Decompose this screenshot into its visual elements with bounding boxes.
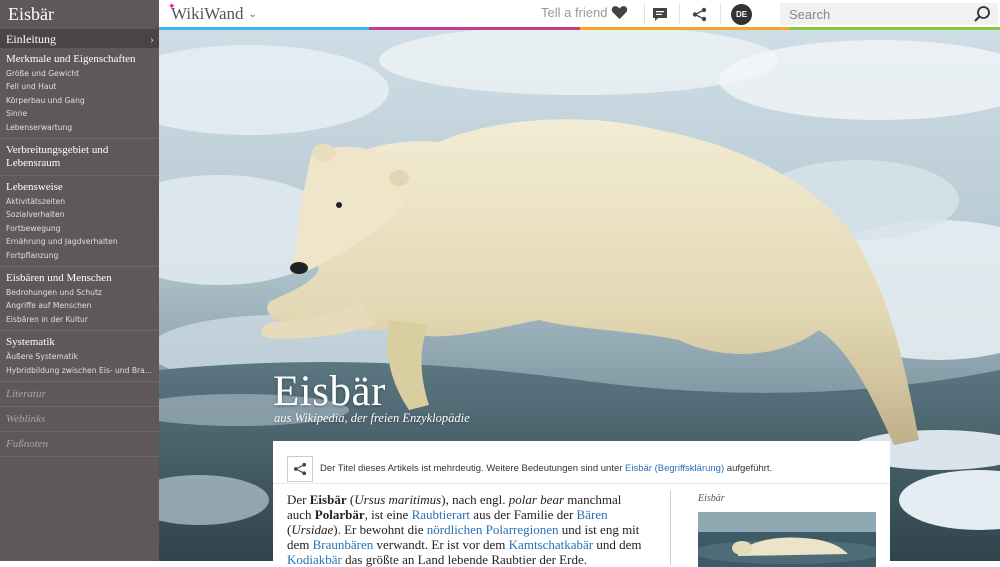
toc-section-heading[interactable]: Verbreitungsgebiet und Lebensraum <box>6 144 153 170</box>
italic-term: Ursidae <box>291 522 334 537</box>
article-card: Der Titel dieses Artikels ist mehrdeutig… <box>273 441 890 567</box>
text: ). Er bewohnt die <box>333 522 427 537</box>
logo-text: WikiWand <box>171 4 244 23</box>
text: und dem <box>593 537 642 552</box>
chevron-down-icon[interactable]: ⌄ <box>249 9 257 20</box>
page-subtitle: aus Wikipedia, der freien Enzyklopädie <box>274 411 470 425</box>
italic-term: polar bear <box>508 492 564 507</box>
toc-subitem[interactable]: Angriffe auf Menschen <box>6 299 153 312</box>
notice-text-after: aufgeführt. <box>724 463 773 474</box>
bold-term: Eisbär <box>309 492 347 507</box>
toc-muted-items: Literatur Weblinks Fußnoten <box>0 382 159 458</box>
search-icon[interactable] <box>973 5 991 23</box>
article-link[interactable]: Raubtierart <box>412 507 470 522</box>
top-bar: ✦ WikiWand ⌄ Tell a friend DE <box>159 0 1000 30</box>
toc-subitem[interactable]: Bedrohungen und Schutz <box>6 286 153 299</box>
toc-item-einleitung[interactable]: Einleitung › <box>0 30 159 48</box>
article-link[interactable]: Kamtschatkabär <box>509 537 593 552</box>
disambiguation-notice: Der Titel dieses Artikels ist mehrdeutig… <box>273 441 890 484</box>
infobox-title: Eisbär <box>698 493 725 504</box>
divider <box>644 3 645 25</box>
disambiguation-icon <box>287 456 313 482</box>
sidebar-title[interactable]: Eisbär <box>0 0 159 30</box>
tell-a-friend-label: Tell a friend <box>541 5 608 20</box>
toc-section: Lebensweise Aktivitätszeiten Sozialverhalt… <box>0 176 159 268</box>
text: Der <box>287 492 310 507</box>
toc-subitem[interactable]: Hybridbildung zwischen Eis- und Bra... <box>6 364 153 377</box>
toc-subitem[interactable]: Eisbären in der Kultur <box>6 313 153 326</box>
toc-subitem[interactable]: Aktivitätszeiten <box>6 195 153 208</box>
toc-section: Eisbären und Menschen Bedrohungen und Sch… <box>0 267 159 332</box>
toc-subitem[interactable]: Körperbau und Gang <box>6 94 153 107</box>
text: verwandt. Er ist vor dem <box>373 537 509 552</box>
toc-subitem[interactable]: Fell und Haut <box>6 80 153 93</box>
toc-subitem[interactable]: Sozialverhalten <box>6 208 153 221</box>
column-divider <box>670 490 671 565</box>
sparkle-icon: ✦ <box>168 1 176 11</box>
bold-term: Polarbär <box>314 507 365 522</box>
article-intro: Der Eisbär (Ursus maritimus), nach engl.… <box>287 492 642 567</box>
search-input[interactable] <box>780 3 998 25</box>
notice-text-before: Der Titel dieses Artikels ist mehrdeutig… <box>320 463 626 474</box>
article-link[interactable]: Braunbären <box>313 537 374 552</box>
divider <box>679 3 680 25</box>
toc-section-heading[interactable]: Systematik <box>6 336 153 349</box>
heart-icon <box>612 6 628 19</box>
article-link[interactable]: Kodiakbär <box>287 552 342 567</box>
italic-term: Ursus maritimus <box>354 492 442 507</box>
toc-item[interactable]: Fußnoten <box>0 432 159 458</box>
infobox-image[interactable] <box>698 512 876 567</box>
toc-section-heading[interactable]: Eisbären und Menschen <box>6 272 153 285</box>
text: , ist eine <box>364 507 412 522</box>
language-button[interactable]: DE <box>731 4 752 25</box>
article-link[interactable]: nördlichen Polarregionen <box>427 522 559 537</box>
toc-section-heading[interactable]: Lebensweise <box>6 181 153 194</box>
divider <box>720 3 721 25</box>
comment-icon[interactable] <box>650 4 670 24</box>
tell-a-friend-button[interactable]: Tell a friend <box>541 5 628 20</box>
text: aus der Familie der <box>470 507 577 522</box>
toc-subitem[interactable]: Größe und Gewicht <box>6 67 153 80</box>
chevron-right-icon: › <box>150 31 154 46</box>
article-link[interactable]: Bären <box>577 507 608 522</box>
page-title: Eisbär <box>273 368 386 415</box>
toc-subitem[interactable]: Fortpflanzung <box>6 249 153 262</box>
toc-item[interactable]: Literatur <box>0 382 159 408</box>
disambiguation-link[interactable]: Eisbär (Begriffsklärung) <box>625 463 724 474</box>
notice-text: Der Titel dieses Artikels ist mehrdeutig… <box>320 463 772 474</box>
toc-subitem[interactable]: Sinne <box>6 107 153 120</box>
text: ), nach engl. <box>441 492 509 507</box>
toc-item[interactable]: Weblinks <box>0 407 159 433</box>
toc-sidebar: Eisbär Einleitung › Merkmale und Eigensc… <box>0 0 159 561</box>
wikiwand-logo[interactable]: ✦ WikiWand ⌄ <box>168 1 257 24</box>
share-icon[interactable] <box>689 4 709 24</box>
toc-section: Verbreitungsgebiet und Lebensraum <box>0 139 159 177</box>
toc-section: Merkmale und Eigenschaften Größe und Gewi… <box>0 48 159 140</box>
toc-section-heading[interactable]: Merkmale und Eigenschaften <box>6 53 153 66</box>
toc-subitem[interactable]: Lebenserwartung <box>6 121 153 134</box>
toc-item-label: Einleitung <box>6 31 56 46</box>
toc-subitem[interactable]: Äußere Systematik <box>6 350 153 363</box>
toc-subitem[interactable]: Ernährung und Jagdverhalten <box>6 235 153 248</box>
toc-sections: Merkmale und Eigenschaften Größe und Gewi… <box>0 48 159 383</box>
toc-subitem[interactable]: Fortbewegung <box>6 222 153 235</box>
toc-section: Systematik Äußere Systematik Hybridbildung… <box>0 331 159 383</box>
text: das größte an Land lebende Raubtier der … <box>341 552 587 567</box>
